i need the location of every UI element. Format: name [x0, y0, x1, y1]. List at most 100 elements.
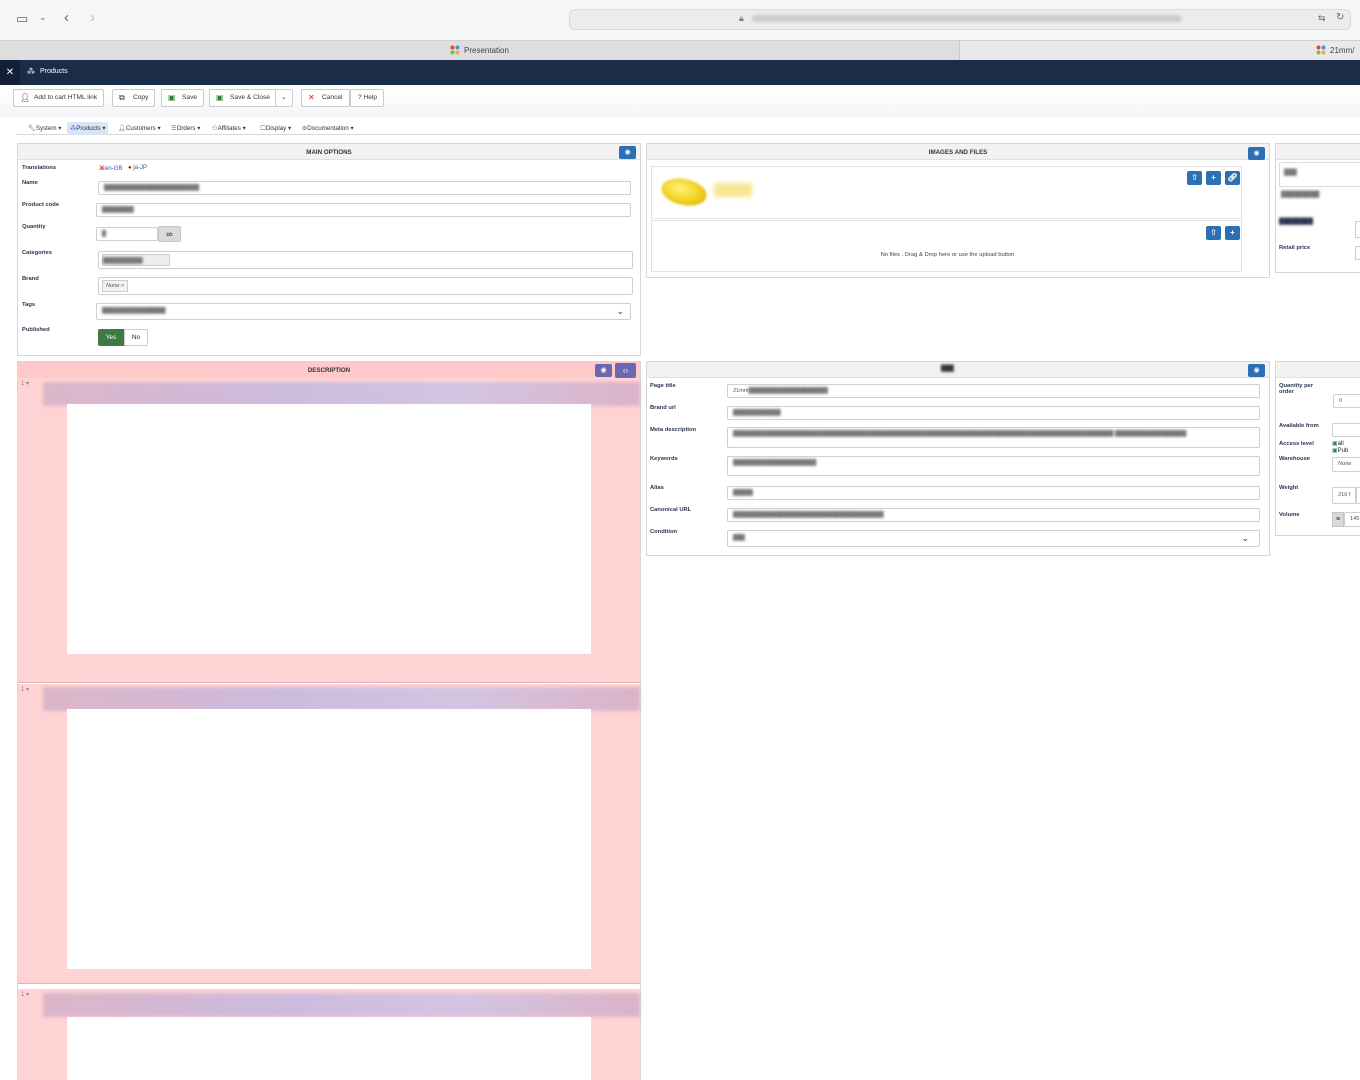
tags-select[interactable]: ████████████████ ⌄ [96, 303, 631, 320]
help-label: Help [363, 94, 378, 101]
retail-price-input[interactable] [1355, 246, 1360, 260]
access-level-list[interactable]: ▣all ▣Pub [1332, 441, 1348, 455]
translate-icon[interactable]: ⇆ [1318, 13, 1326, 24]
infinite-quantity-button[interactable]: ∞ [158, 226, 181, 242]
access-level-all-label: all [1337, 441, 1344, 447]
published-yes-button[interactable]: Yes [98, 329, 124, 346]
page-title-input[interactable]: 21mm████████████████████ [727, 384, 1260, 398]
published-no-button[interactable]: No [124, 329, 148, 346]
name-input[interactable]: ████████████████████████ [98, 181, 631, 195]
brand-input[interactable]: None × [98, 277, 633, 295]
warehouse-value: None [1338, 461, 1352, 467]
product-image-thumbnail[interactable] [658, 174, 710, 210]
description-title: DESCRIPTION [18, 362, 640, 378]
editor-preview-area [67, 1017, 591, 1080]
price-field[interactable]: ███ [1279, 162, 1360, 187]
code-editor-3[interactable]: 1 ▾ [18, 989, 640, 1080]
price-input[interactable] [1355, 221, 1360, 238]
submenu-documentation[interactable]: ⊛Documentation ▾ [299, 122, 357, 135]
translation-ja-link[interactable]: ● ja-JP [128, 165, 147, 171]
save-options-dropdown[interactable]: ⌄ [275, 89, 293, 107]
browser-tab-label: Presentation [464, 46, 509, 55]
no-files-message: No files . Drag & Drop here or use the u… [880, 252, 1015, 258]
joomla-menu-icon[interactable]: ✕ [0, 60, 20, 85]
reload-icon[interactable]: ↻ [1336, 12, 1344, 23]
cancel-button[interactable]: ✕ Cancel [301, 89, 350, 107]
chevron-down-icon[interactable]: ⌄ [39, 12, 47, 23]
browser-tab-label: 21mm/ [1330, 46, 1355, 55]
back-icon[interactable]: ‹ [64, 9, 69, 26]
images-dropzone[interactable]: ⇧ + 🔗︎ [651, 166, 1242, 219]
editor-preview-area [67, 404, 591, 654]
add-to-cart-link-button[interactable]: 👤︎ Add to cart HTML link [13, 89, 105, 107]
eye-icon[interactable]: ◉ [595, 364, 612, 377]
code-view-icon[interactable]: ‹› [615, 363, 636, 378]
submenu-products[interactable]: ⁂Products ▾ [67, 122, 109, 135]
line-number-gutter: 1 ▾ [21, 992, 30, 998]
browser-tab-presentation[interactable]: Presentation [0, 41, 960, 61]
product-code-input[interactable]: ████████ [96, 203, 631, 217]
access-level-public[interactable]: ▣Pub [1332, 448, 1348, 455]
redacted-value: █ [102, 231, 106, 237]
image-url-button[interactable]: 🔗︎ [1225, 171, 1240, 185]
category-tag[interactable]: ██████████ [102, 254, 170, 266]
help-icon: ? [358, 94, 362, 101]
volume-input[interactable]: 145 [1344, 512, 1360, 527]
redacted-value: █████ [733, 490, 753, 496]
upload-image-button[interactable]: ⇧ [1187, 171, 1202, 185]
code-editor-1[interactable]: 1 ▾ [18, 378, 640, 683]
upload-file-button[interactable]: ⇧ [1206, 226, 1221, 240]
submenu-display[interactable]: 🖵︎Display ▾ [257, 122, 294, 135]
quantity-per-order-label: Quantity per order [1279, 383, 1314, 395]
browser-tab-bar: Presentation 21mm/ [0, 40, 1360, 61]
lock-icon: 🔒︎ [739, 13, 744, 23]
copy-button[interactable]: ⧉ Copy [112, 89, 156, 107]
submenu-label: Documentation [307, 125, 349, 132]
submenu-customers[interactable]: 👤︎Customers ▾ [115, 122, 164, 135]
add-file-button[interactable]: + [1225, 226, 1240, 240]
translation-en-label: en-GB [105, 166, 123, 172]
help-button[interactable]: ? Help [350, 89, 385, 107]
sidebar-toggle-icon[interactable]: ▭ [16, 11, 28, 27]
redacted-value: ████████████ [733, 410, 781, 416]
eye-icon[interactable]: ◉ [1248, 147, 1265, 160]
brand-url-input[interactable]: ████████████ [727, 406, 1260, 420]
categories-input[interactable]: ██████████ [98, 251, 633, 269]
weight-input[interactable]: 216 f [1332, 487, 1356, 504]
weight-unit-select[interactable] [1356, 487, 1360, 504]
redacted-value: ██████████████████████████████████████ [733, 512, 884, 518]
condition-select[interactable]: ███ ⌄ [727, 530, 1260, 547]
user-icon: 👤︎ [20, 93, 31, 102]
add-image-button[interactable]: + [1206, 171, 1221, 185]
meta-description-textarea[interactable]: ████████████████████████████████████████… [727, 427, 1260, 448]
available-from-input[interactable] [1332, 423, 1360, 437]
quantity-input[interactable]: █ [96, 227, 158, 241]
redacted-code [43, 993, 640, 1017]
submenu-system[interactable]: 🔧︎System ▾ [25, 122, 64, 135]
brand-tag[interactable]: None × [102, 280, 129, 292]
submenu-affiliates[interactable]: ⚇Affiliates ▾ [209, 122, 249, 135]
eye-icon[interactable]: ◉ [619, 146, 636, 159]
plus-icon: + [1211, 173, 1216, 182]
seo-panel-header: ███ [647, 362, 1269, 378]
browser-tab-21mm[interactable]: 21mm/ [1316, 41, 1360, 61]
infinity-icon: ∞ [166, 229, 173, 239]
canonical-url-input[interactable]: ██████████████████████████████████████ [727, 508, 1260, 522]
files-dropzone[interactable]: ⇧ + No files . Drag & Drop here or use t… [651, 220, 1242, 272]
forward-icon[interactable]: › [90, 9, 95, 26]
submenu-orders[interactable]: ☰Orders ▾ [168, 122, 203, 135]
code-editor-2[interactable]: 1 ▾ [18, 684, 640, 984]
access-level-all[interactable]: ▣all [1332, 441, 1348, 448]
alias-input[interactable]: █████ [727, 486, 1260, 500]
translation-en-link[interactable]: ⌘en-GB [99, 165, 122, 172]
weight-label: Weight [1279, 485, 1299, 491]
save-button[interactable]: ▣ Save [161, 89, 205, 107]
copy-label: Copy [133, 94, 149, 101]
warehouse-select[interactable]: None [1332, 457, 1360, 472]
quantity-label: Quantity [22, 224, 46, 230]
keywords-textarea[interactable]: █████████████████████ [727, 456, 1260, 476]
redacted-value: ███ [733, 535, 745, 541]
quantity-per-order-input[interactable]: 0 [1333, 394, 1360, 408]
eye-icon[interactable]: ◉ [1248, 364, 1265, 377]
save-close-button[interactable]: ▣ Save & Close [209, 89, 277, 107]
